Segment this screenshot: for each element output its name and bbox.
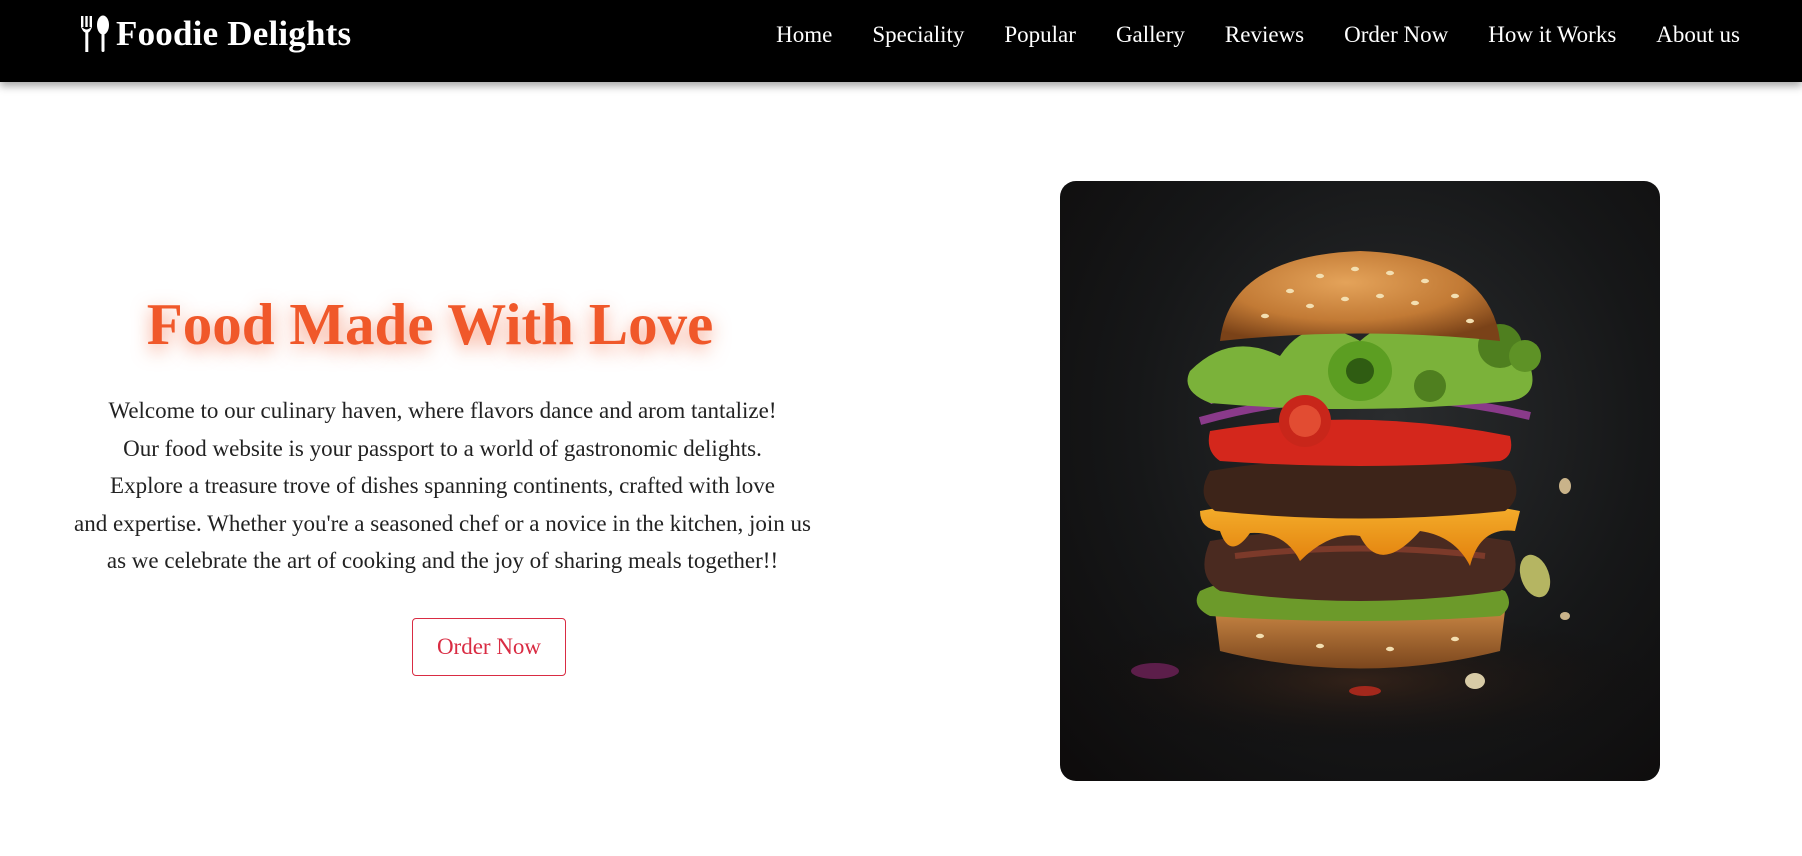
nav-link-order-now[interactable]: Order Now xyxy=(1344,22,1448,48)
nav-link-reviews[interactable]: Reviews xyxy=(1225,22,1304,48)
hero-description: Welcome to our culinary haven, where fla… xyxy=(20,392,865,580)
burger-image xyxy=(1060,181,1660,781)
navbar: Foodie Delights Home Speciality Popular … xyxy=(0,0,1802,82)
hero-description-line: Our food website is your passport to a w… xyxy=(123,435,762,461)
nav-links: Home Speciality Popular Gallery Reviews … xyxy=(736,0,1740,70)
nav-link-popular[interactable]: Popular xyxy=(1004,22,1076,48)
order-now-button[interactable]: Order Now xyxy=(412,618,566,676)
nav-link-about-us[interactable]: About us xyxy=(1656,22,1740,48)
hero-text-section: Food Made With Love Welcome to our culin… xyxy=(0,82,885,822)
nav-link-gallery[interactable]: Gallery xyxy=(1116,22,1185,48)
fork-spoon-icon xyxy=(78,15,112,53)
hero-description-line: and expertise. Whether you're a seasoned… xyxy=(74,510,811,536)
nav-link-speciality[interactable]: Speciality xyxy=(872,22,964,48)
hero-description-line: as we celebrate the art of cooking and t… xyxy=(106,548,779,573)
hero-description-line: Explore a treasure trove of dishes spann… xyxy=(110,473,775,498)
nav-link-home[interactable]: Home xyxy=(776,22,832,48)
nav-link-how-it-works[interactable]: How it Works xyxy=(1488,22,1616,48)
hero-title: Food Made With Love xyxy=(146,291,714,357)
hero-description-line: Welcome to our culinary haven, where fla… xyxy=(108,398,777,423)
brand-name: Foodie Delights xyxy=(116,14,352,53)
brand-logo-link[interactable]: Foodie Delights xyxy=(78,14,351,54)
